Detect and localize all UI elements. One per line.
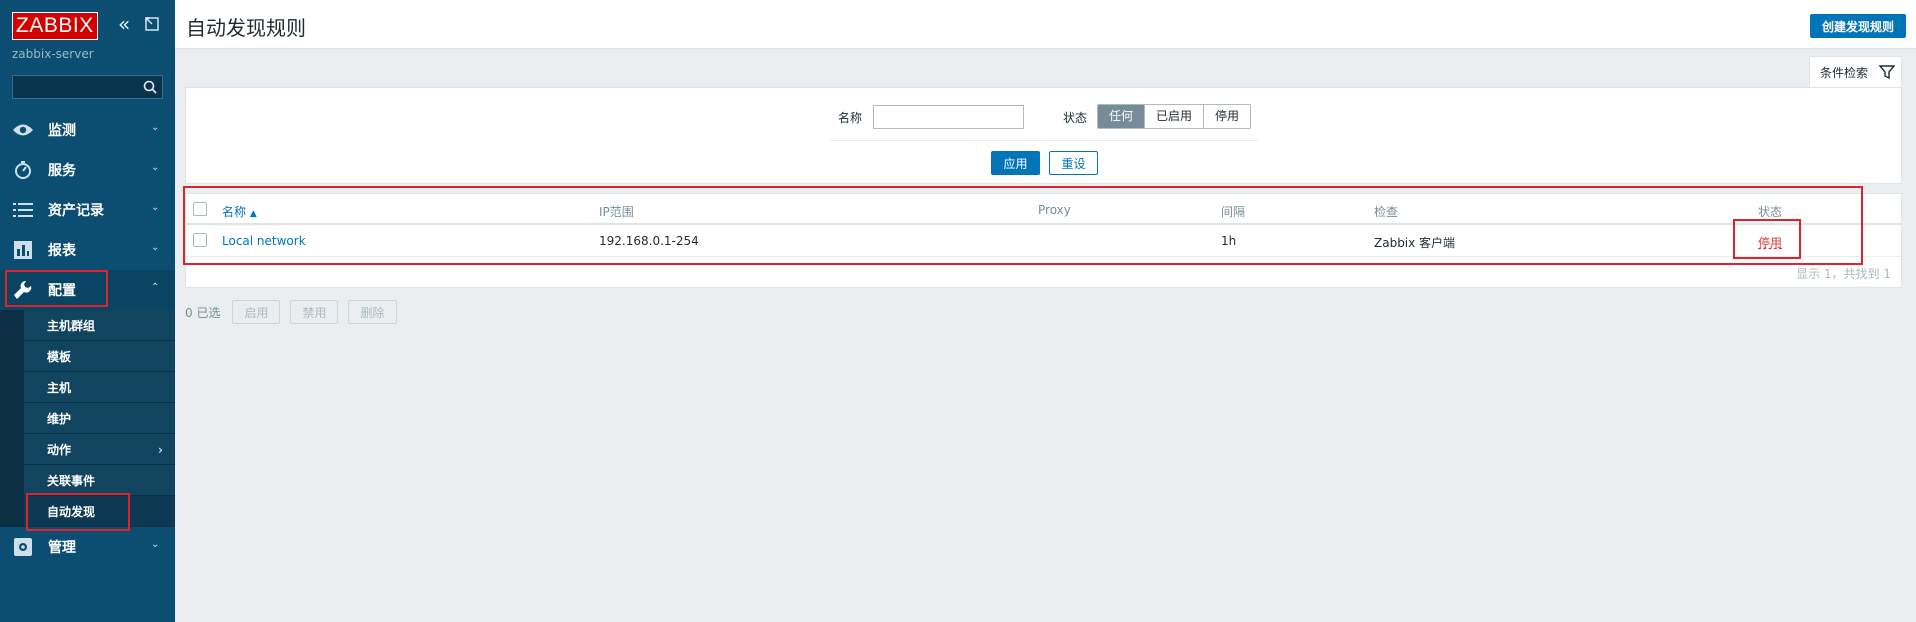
column-name-label: 名称 xyxy=(222,205,247,219)
chevron-up-icon: ⌃ xyxy=(151,282,160,293)
table-row: Local network 192.168.0.1-254 1h Zabbix … xyxy=(186,225,1901,257)
menu-item-configuration[interactable]: 配置 ⌃ xyxy=(0,270,175,310)
submenu-item-event-correlation[interactable]: 关联事件 xyxy=(24,465,175,496)
main-menu: 监测 ⌄ 服务 ⌄ 资产记录 ⌄ 报表 ⌄ 配置 ⌃ 主机群组 模板 主机 维护… xyxy=(0,110,175,567)
menu-item-administration[interactable]: 管理 ⌄ xyxy=(0,527,175,567)
column-header-name[interactable]: 名称 ▲ xyxy=(222,203,257,220)
submenu-item-hosts[interactable]: 主机 xyxy=(24,372,175,403)
filter-divider xyxy=(830,140,1258,141)
menu-label: 服务 xyxy=(48,163,76,179)
column-header-proxy: Proxy xyxy=(1038,203,1071,217)
select-all-checkbox[interactable] xyxy=(193,202,207,216)
configuration-submenu: 主机群组 模板 主机 维护 动作 › 关联事件 自动发现 xyxy=(0,310,175,527)
column-header-status: 状态 xyxy=(1758,205,1783,219)
zabbix-logo[interactable]: ZABBIX xyxy=(12,12,98,40)
selected-count: 0 已选 xyxy=(185,305,221,320)
menu-item-reports[interactable]: 报表 ⌄ xyxy=(0,230,175,270)
checks-cell: Zabbix 客户端 xyxy=(1374,236,1456,250)
status-segmented-control: 任何 已启用 停用 xyxy=(1097,104,1252,129)
page-header: 自动发现规则 创建发现规则 xyxy=(175,0,1916,49)
chevron-down-icon: ⌄ xyxy=(151,202,160,213)
menu-item-services[interactable]: 服务 ⌄ xyxy=(0,150,175,190)
eye-icon xyxy=(12,119,34,141)
filter-status-label: 状态 xyxy=(1063,111,1088,125)
wrench-icon xyxy=(12,279,34,301)
mass-enable-button[interactable]: 启用 xyxy=(232,300,281,324)
filter-name-input[interactable] xyxy=(873,105,1024,129)
interval-cell: 1h xyxy=(1221,234,1237,248)
submenu-label: 动作 xyxy=(47,442,72,457)
menu-label: 资产记录 xyxy=(48,203,104,219)
column-header-checks: 检查 xyxy=(1374,205,1399,219)
create-discovery-rule-button[interactable]: 创建发现规则 xyxy=(1809,14,1906,38)
chevron-down-icon: ⌄ xyxy=(151,539,160,550)
submenu-item-templates[interactable]: 模板 xyxy=(24,341,175,372)
menu-label: 报表 xyxy=(48,243,76,259)
mass-delete-button[interactable]: 删除 xyxy=(348,300,397,324)
status-toggle-link[interactable]: 停用 xyxy=(1758,234,1782,251)
kiosk-mode-icon[interactable] xyxy=(144,16,160,32)
mass-actions: 0 已选 启用 禁用 删除 xyxy=(185,300,407,324)
search-icon[interactable] xyxy=(142,79,158,95)
filter-tab-label: 条件检索 xyxy=(1820,66,1869,80)
page-title: 自动发现规则 xyxy=(186,16,306,40)
filter-tab[interactable]: 条件检索 xyxy=(1809,56,1902,88)
sidebar: ZABBIX « zabbix-server 监测 ⌄ 服务 ⌄ 资产记录 ⌄ … xyxy=(0,0,175,622)
ip-range-cell: 192.168.0.1-254 xyxy=(599,234,699,248)
submenu-rail xyxy=(0,310,24,527)
discovery-rules-table: 名称 ▲ IP范围 Proxy 间隔 检查 状态 Local network 1… xyxy=(185,193,1902,288)
server-name: zabbix-server xyxy=(12,47,94,61)
search-input[interactable] xyxy=(13,76,137,98)
submenu-item-maintenance[interactable]: 维护 xyxy=(24,403,175,434)
chevron-down-icon: ⌄ xyxy=(151,122,160,133)
logo-row: ZABBIX xyxy=(12,12,98,40)
status-option-enabled[interactable]: 已启用 xyxy=(1145,105,1205,128)
rule-name-link[interactable]: Local network xyxy=(222,234,306,248)
status-option-any[interactable]: 任何 xyxy=(1098,105,1146,128)
submenu-item-actions[interactable]: 动作 › xyxy=(24,434,175,465)
status-option-disabled[interactable]: 停用 xyxy=(1204,105,1251,128)
chevron-down-icon: ⌄ xyxy=(151,162,160,173)
filter-panel: 名称 状态 任何 已启用 停用 应用 重设 xyxy=(185,87,1902,184)
submenu-item-discovery[interactable]: 自动发现 xyxy=(24,496,175,527)
filter-icon xyxy=(1879,65,1895,80)
row-checkbox[interactable] xyxy=(193,233,207,247)
table-header: 名称 ▲ IP范围 Proxy 间隔 检查 状态 xyxy=(186,194,1901,225)
column-header-ip-range: IP范围 xyxy=(599,205,634,219)
apply-button[interactable]: 应用 xyxy=(991,151,1040,175)
sort-asc-icon: ▲ xyxy=(249,209,257,219)
menu-label: 监测 xyxy=(48,123,76,139)
gear-icon xyxy=(12,536,34,558)
chevron-down-icon: ⌄ xyxy=(151,242,160,253)
submenu-item-host-groups[interactable]: 主机群组 xyxy=(24,310,175,341)
menu-item-inventory[interactable]: 资产记录 ⌄ xyxy=(0,190,175,230)
mass-disable-button[interactable]: 禁用 xyxy=(290,300,339,324)
menu-label: 管理 xyxy=(48,540,76,556)
list-icon xyxy=(12,199,34,221)
collapse-sidebar-icon[interactable]: « xyxy=(118,14,136,36)
menu-item-monitoring[interactable]: 监测 ⌄ xyxy=(0,110,175,150)
clock-icon xyxy=(12,159,34,181)
search-box xyxy=(12,75,163,99)
menu-label: 配置 xyxy=(48,283,76,299)
filter-name-label: 名称 xyxy=(838,111,863,125)
table-summary: 显示 1，共找到 1 xyxy=(1796,267,1891,281)
reset-button[interactable]: 重设 xyxy=(1049,151,1098,175)
column-header-interval: 间隔 xyxy=(1221,205,1246,219)
bar-chart-icon xyxy=(12,239,34,261)
chevron-right-icon: › xyxy=(158,443,163,457)
